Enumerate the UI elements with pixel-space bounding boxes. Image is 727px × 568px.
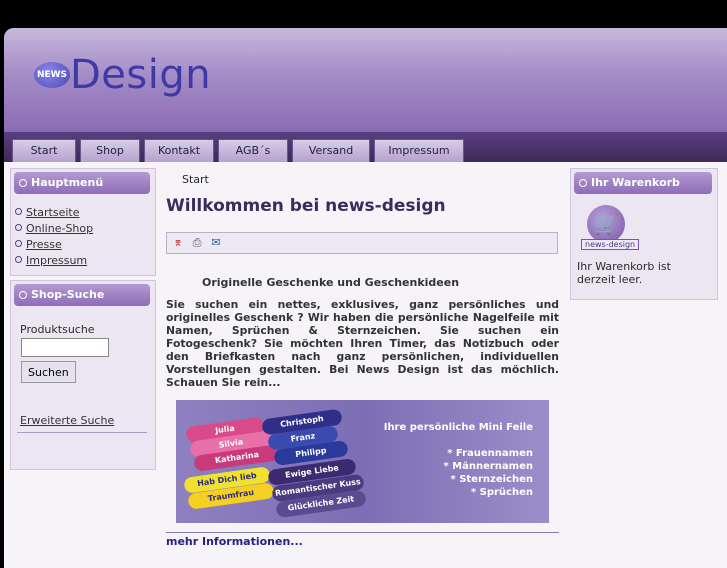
tab-impressum[interactable]: Impressum [374,139,464,162]
more-info-link[interactable]: mehr Informationen... [166,532,559,548]
menu-link[interactable]: Startseite [26,206,80,219]
main-nav: Start Shop Kontakt AGB´s Versand Impress… [4,132,727,162]
product-search-label: Produktsuche [20,323,95,336]
bullet-icon [579,179,587,187]
menu-link[interactable]: Presse [26,238,62,251]
pdf-icon[interactable]: ⌆ [172,237,184,249]
advanced-search-link[interactable]: Erweiterte Suche [20,414,114,427]
cart-empty-text: Ihr Warenkorb ist derzeit leer. [577,260,671,286]
article-toolbar: ⌆ ⎙ ✉ [166,232,558,254]
product-banner[interactable]: Julia Silvia Katharina Christoph Franz P… [176,400,549,523]
shop-search-title: Shop-Suche [14,284,150,306]
cart-title: Ihr Warenkorb [574,172,712,194]
bullet-icon [15,240,22,247]
main-menu-title-text: Hauptmenü [31,176,104,189]
header: NEWS Design [4,28,727,132]
banner-list-item: * Männernamen [443,461,533,472]
cart-logo-caption: news-design [581,239,640,250]
shop-search-box: Shop-Suche Produktsuche Suchen Erweitert… [10,280,156,470]
banner-list-item: * Sprüchen [470,487,533,498]
breadcrumb[interactable]: Start [182,173,209,186]
product-search-input[interactable] [21,338,109,357]
bullet-icon [15,224,22,231]
page-frame: NEWS Design Start Shop Kontakt AGB´s Ver… [4,28,727,568]
logo-wordmark[interactable]: Design [70,52,211,98]
content-area: Hauptmenü Startseite Online-Shop Presse … [4,162,727,568]
menu-item-presse[interactable]: Presse [15,238,62,251]
shop-search-title-text: Shop-Suche [31,288,105,301]
tab-kontakt[interactable]: Kontakt [144,139,214,162]
cart-box: Ihr Warenkorb 🛒 news-design Ihr Warenkor… [570,168,718,300]
tab-agb[interactable]: AGB´s [218,139,288,162]
email-icon[interactable]: ✉ [210,237,222,249]
menu-item-online-shop[interactable]: Online-Shop [15,222,93,235]
banner-list-item: * Frauennamen [447,448,533,459]
banner-heading: Ihre persönliche Mini Feile [383,422,533,433]
print-icon[interactable]: ⎙ [191,237,203,249]
bullet-icon [15,208,22,215]
bullet-icon [19,291,27,299]
cart-icon[interactable]: 🛒 [587,205,625,243]
logo-news-badge[interactable]: NEWS [34,62,70,88]
main-menu-title: Hauptmenü [14,172,150,194]
bullet-icon [15,256,22,263]
main-menu-box: Hauptmenü Startseite Online-Shop Presse … [10,168,156,276]
menu-item-impressum[interactable]: Impressum [15,254,87,267]
search-button[interactable]: Suchen [21,361,76,383]
tab-shop[interactable]: Shop [80,139,140,162]
divider [17,432,147,433]
section-subtitle: Originelle Geschenke und Geschenkideen [202,276,460,289]
cart-title-text: Ihr Warenkorb [591,176,680,189]
page-title: Willkommen bei news-design [166,196,446,216]
menu-item-startseite[interactable]: Startseite [15,206,80,219]
tab-start[interactable]: Start [12,139,76,162]
banner-list-item: * Sternzeichen [450,474,533,485]
tab-versand[interactable]: Versand [292,139,370,162]
menu-link[interactable]: Online-Shop [26,222,93,235]
bullet-icon [19,179,27,187]
menu-link[interactable]: Impressum [26,254,87,267]
intro-paragraph: Sie suchen ein nettes, exklusives, ganz … [166,298,559,389]
